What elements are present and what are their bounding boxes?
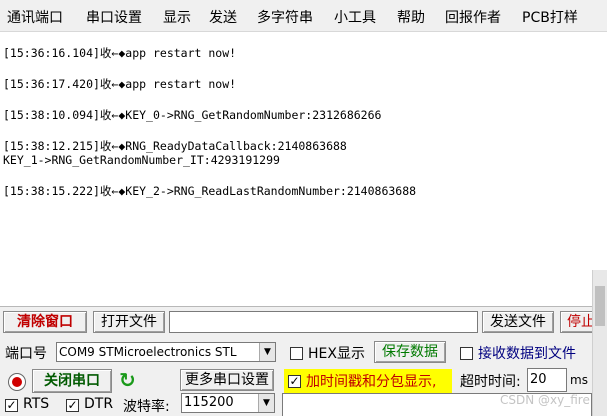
clear-window-button[interactable]: 清除窗口: [3, 311, 87, 333]
receive-text: KEY_1->RNG_GetRandomNumber_IT:4293191299: [3, 153, 280, 167]
chevron-down-icon[interactable]: ▼: [259, 343, 275, 361]
hex-display-label: HEX显示: [308, 346, 365, 362]
menu-pcb[interactable]: PCB打样: [522, 7, 578, 27]
receive-line: [15:36:16.104]收←◆app restart now!: [3, 46, 607, 60]
receive-text: KEY_2->RNG_ReadLastRandomNumber:21408636…: [125, 184, 417, 198]
menu-display[interactable]: 显示: [163, 7, 191, 27]
scroll-thumb[interactable]: [595, 286, 605, 326]
receive-timestamp: [15:38:12.215]收←◆: [3, 139, 126, 153]
recv-to-file-label: 接收数据到文件: [478, 346, 576, 362]
recv-to-file-checkbox[interactable]: [460, 347, 473, 360]
rts-checkbox[interactable]: ✓: [5, 399, 18, 412]
refresh-icon[interactable]: ↻: [119, 369, 136, 391]
receive-line: [15:38:15.222]收←◆KEY_2->RNG_ReadLastRand…: [3, 184, 607, 198]
menu-multi-string[interactable]: 多字符串: [257, 7, 313, 27]
rts-label: RTS: [23, 396, 50, 412]
hex-display-checkbox[interactable]: [290, 347, 303, 360]
receive-timestamp: [15:36:16.104]收←◆: [3, 46, 126, 60]
timeout-label: 超时时间:: [460, 374, 521, 390]
more-serial-settings-button[interactable]: 更多串口设置: [180, 369, 274, 391]
menu-feedback[interactable]: 回报作者: [445, 7, 501, 27]
receive-line: [15:38:12.215]收←◆RNG_ReadyDataCallback:2…: [3, 139, 607, 167]
baud-label: 波特率:: [123, 399, 170, 415]
port-value: COM9 STMicroelectronics STL: [59, 345, 237, 359]
receive-area[interactable]: [15:36:16.104]收←◆app restart now! [15:36…: [0, 32, 607, 306]
menu-bar: 通讯端口 串口设置 显示 发送 多字符串 小工具 帮助 回报作者 PCB打样: [0, 0, 607, 32]
receive-line: [15:38:10.094]收←◆KEY_0->RNG_GetRandomNum…: [3, 108, 607, 122]
receive-text: KEY_0->RNG_GetRandomNumber:2312686266: [125, 108, 382, 122]
baud-select[interactable]: 115200 ▼: [181, 393, 275, 413]
baud-value: 115200: [184, 395, 234, 410]
receive-text: app restart now!: [125, 77, 237, 91]
timestamp-label: 加时间戳和分包显示,: [306, 374, 437, 390]
timeout-unit: ms: [570, 373, 588, 387]
port-label: 端口号: [5, 346, 47, 362]
timestamp-checkbox[interactable]: ✓: [288, 375, 301, 388]
menu-send[interactable]: 发送: [209, 7, 237, 27]
receive-timestamp: [15:38:10.094]收←◆: [3, 108, 126, 122]
menu-tools[interactable]: 小工具: [334, 7, 376, 27]
receive-timestamp: [15:36:17.420]收←◆: [3, 77, 126, 91]
chevron-down-icon[interactable]: ▼: [258, 394, 274, 412]
menu-serial-settings[interactable]: 串口设置: [86, 7, 142, 27]
close-port-button[interactable]: 关闭串口: [32, 369, 112, 393]
receive-timestamp: [15:38:15.222]收←◆: [3, 184, 126, 198]
menu-help[interactable]: 帮助: [397, 7, 425, 27]
send-file-button[interactable]: 发送文件: [482, 311, 554, 333]
sscom-window: 通讯端口 串口设置 显示 发送 多字符串 小工具 帮助 回报作者 PCB打样 […: [0, 0, 607, 416]
receive-text: RNG_ReadyDataCallback:2140863688: [125, 139, 347, 153]
watermark: CSDN @xy_fire: [500, 393, 590, 407]
dtr-checkbox[interactable]: ✓: [66, 399, 79, 412]
status-indicator-icon: [8, 373, 26, 391]
receive-text: app restart now!: [125, 46, 237, 60]
receive-line: [15:36:17.420]收←◆app restart now!: [3, 77, 607, 91]
save-data-button[interactable]: 保存数据: [374, 341, 446, 363]
dtr-label: DTR: [84, 396, 114, 412]
file-path-input[interactable]: [169, 311, 478, 333]
timeout-input[interactable]: 20: [527, 368, 567, 392]
menu-comm-port[interactable]: 通讯端口: [7, 7, 63, 27]
open-file-button[interactable]: 打开文件: [93, 311, 165, 333]
side-scrollbar[interactable]: [592, 270, 607, 416]
port-select[interactable]: COM9 STMicroelectronics STL ▼: [56, 342, 276, 362]
